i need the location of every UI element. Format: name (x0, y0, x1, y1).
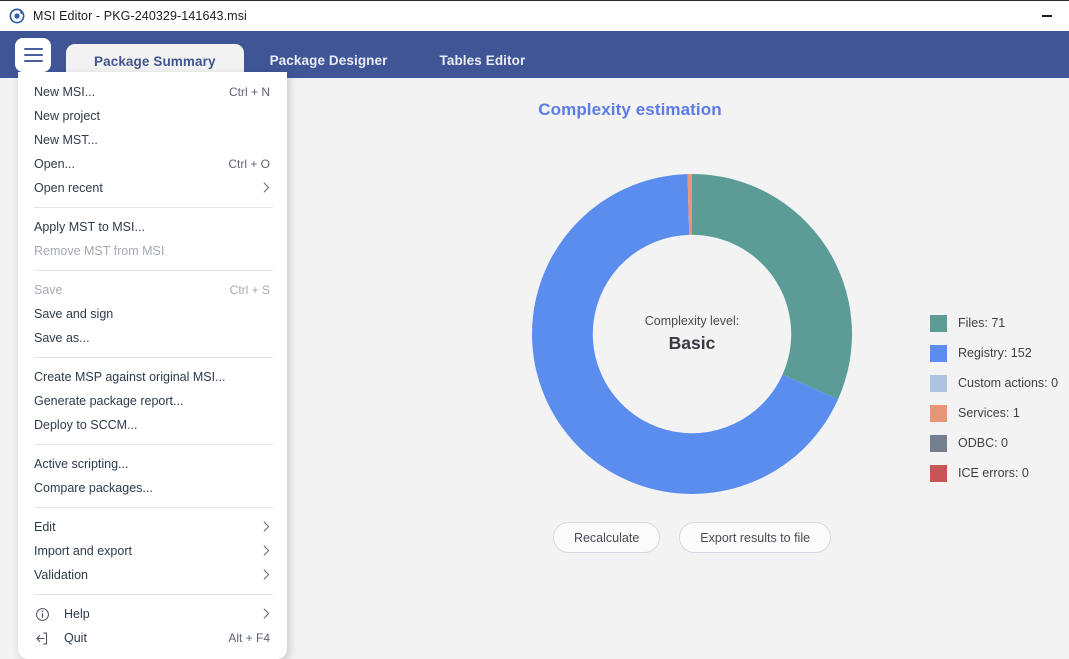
main-menu-flyout[interactable]: New MSI... Ctrl + N New project New MST... O… (18, 72, 287, 659)
menu-item-shortcut: Ctrl + S (229, 283, 270, 297)
menu-item-save-as[interactable]: Save as... (18, 326, 287, 350)
menu-item-apply-mst-to-msi[interactable]: Apply MST to MSI... (18, 215, 287, 239)
msi-editor-logo-icon (9, 8, 25, 24)
action-buttons: Recalculate Export results to file (528, 522, 856, 553)
legend-swatch-icon (930, 374, 947, 392)
menu-separator (34, 444, 273, 445)
chevron-right-icon (263, 607, 270, 621)
menu-item-generate-package-report[interactable]: Generate package report... (18, 389, 287, 413)
menu-item-open-recent[interactable]: Open recent (18, 176, 287, 200)
menu-item-import-and-export[interactable]: Import and export (18, 539, 287, 563)
menu-item-label: Edit (34, 520, 56, 534)
menu-item-quit[interactable]: Quit Alt + F4 (18, 626, 287, 650)
menu-item-label: New MST... (34, 133, 98, 147)
info-circle-icon (34, 606, 50, 622)
minimize-button[interactable] (1025, 1, 1069, 31)
chart-legend: Files: 71 Registry: 152 Custom actions: 0 S… (930, 314, 1058, 482)
complexity-donut-chart: Complexity level: Basic (528, 170, 856, 498)
menu-item-label: Remove MST from MSI (34, 244, 165, 258)
menu-item-label: Create MSP against original MSI... (34, 370, 226, 384)
chevron-right-icon (263, 568, 270, 582)
donut-svg (532, 174, 852, 495)
menu-item-help[interactable]: Help (18, 602, 287, 626)
menu-item-label: Save as... (34, 331, 90, 345)
legend-item-ice-errors[interactable]: ICE errors: 0 (930, 464, 1058, 482)
menu-item-new-msi[interactable]: New MSI... Ctrl + N (18, 80, 287, 104)
menu-item-shortcut: Ctrl + O (228, 157, 270, 171)
window-controls (1025, 1, 1069, 31)
legend-swatch-icon (930, 404, 947, 422)
menu-item-new-project[interactable]: New project (18, 104, 287, 128)
tab-label: Package Designer (269, 52, 388, 68)
menu-item-active-scripting[interactable]: Active scripting... (18, 452, 287, 476)
legend-item-odbc[interactable]: ODBC: 0 (930, 434, 1058, 452)
tab-label: Tables Editor (439, 52, 526, 68)
menu-item-save: Save Ctrl + S (18, 278, 287, 302)
chart-title-wrap: Complexity estimation (290, 100, 970, 120)
menu-item-label: Generate package report... (34, 394, 184, 408)
menu-item-shortcut: Ctrl + N (228, 85, 270, 99)
legend-item-files[interactable]: Files: 71 (930, 314, 1058, 332)
menu-item-deploy-to-sccm[interactable]: Deploy to SCCM... (18, 413, 287, 437)
hamburger-menu-icon[interactable] (15, 38, 51, 72)
menu-item-compare-packages[interactable]: Compare packages... (18, 476, 287, 500)
menu-separator (34, 270, 273, 271)
legend-swatch-icon (930, 464, 947, 482)
menu-item-label: Open... (34, 157, 75, 171)
menu-separator (34, 207, 273, 208)
tab-label: Package Summary (94, 53, 216, 69)
menu-item-remove-mst-from-msi: Remove MST from MSI (18, 239, 287, 263)
title-bar: MSI Editor - PKG-240329-141643.msi (0, 0, 1069, 31)
menu-separator (34, 594, 273, 595)
menu-item-label: Import and export (34, 544, 132, 558)
legend-item-label: Custom actions: 0 (958, 376, 1059, 390)
window-title: MSI Editor - PKG-240329-141643.msi (33, 9, 247, 23)
menu-item-label: Save and sign (34, 307, 114, 321)
menu-item-label: Active scripting... (34, 457, 129, 471)
legend-swatch-icon (930, 344, 947, 362)
exit-arrow-icon (34, 630, 50, 646)
menu-item-label: Deploy to SCCM... (34, 418, 138, 432)
donut-slice-files[interactable] (692, 174, 852, 400)
tab-tables-editor[interactable]: Tables Editor (414, 42, 552, 78)
menu-item-edit[interactable]: Edit (18, 515, 287, 539)
menu-item-label: Help (64, 607, 90, 621)
msi-editor-window: MSI Editor - PKG-240329-141643.msi Packa… (0, 0, 1069, 659)
legend-item-label: ICE errors: 0 (958, 466, 1029, 480)
legend-item-registry[interactable]: Registry: 152 (930, 344, 1058, 362)
menu-item-label: New MSI... (34, 85, 96, 99)
legend-item-label: Registry: 152 (958, 346, 1032, 360)
menu-item-label: Compare packages... (34, 481, 153, 495)
menu-item-label: Apply MST to MSI... (34, 220, 145, 234)
menu-item-open[interactable]: Open... Ctrl + O (18, 152, 287, 176)
menu-item-validation[interactable]: Validation (18, 563, 287, 587)
menu-separator (34, 507, 273, 508)
legend-swatch-icon (930, 314, 947, 332)
export-results-button[interactable]: Export results to file (679, 522, 832, 553)
menu-item-shortcut: Alt + F4 (228, 631, 270, 645)
menu-item-label: Save (34, 283, 63, 297)
menu-item-label: Quit (64, 631, 87, 645)
minimize-icon (1042, 15, 1052, 17)
chevron-right-icon (263, 520, 270, 534)
menu-item-create-msp-against-original-msi[interactable]: Create MSP against original MSI... (18, 365, 287, 389)
legend-item-label: ODBC: 0 (958, 436, 1009, 450)
menu-item-label: Open recent (34, 181, 103, 195)
menu-item-label: New project (34, 109, 100, 123)
legend-item-label: Files: 71 (958, 316, 1006, 330)
menu-item-save-and-sign[interactable]: Save and sign (18, 302, 287, 326)
legend-item-custom-actions[interactable]: Custom actions: 0 (930, 374, 1058, 392)
legend-item-services[interactable]: Services: 1 (930, 404, 1058, 422)
chevron-right-icon (263, 544, 270, 558)
recalculate-button[interactable]: Recalculate (552, 522, 661, 553)
menu-item-new-mst[interactable]: New MST... (18, 128, 287, 152)
tab-bar: Package Summary Package Designer Tables … (66, 31, 551, 78)
page-title: Complexity estimation (538, 100, 722, 119)
legend-item-label: Services: 1 (958, 406, 1020, 420)
menu-separator (34, 357, 273, 358)
legend-swatch-icon (930, 434, 947, 452)
chevron-right-icon (263, 181, 270, 195)
menu-item-label: Validation (34, 568, 88, 582)
